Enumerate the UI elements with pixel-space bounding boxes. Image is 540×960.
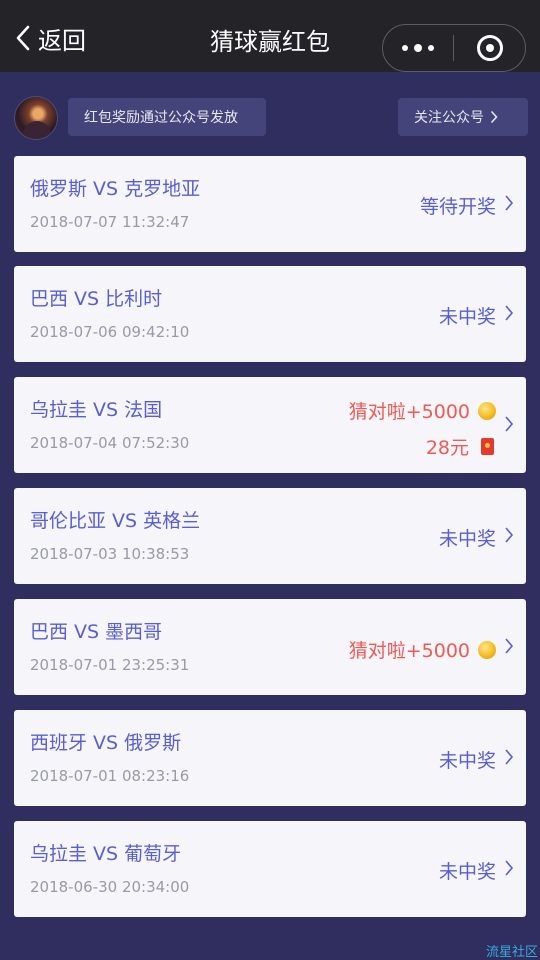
chevron-right-icon (505, 416, 514, 432)
match-title: 乌拉圭 VS 葡萄牙 (30, 843, 182, 865)
record-time: 2018-07-07 11:32:47 (30, 213, 190, 231)
chevron-right-icon (490, 110, 498, 124)
chevron-right-icon (505, 638, 514, 654)
match-title: 乌拉圭 VS 法国 (30, 399, 163, 421)
record-card[interactable]: 巴西 VS 比利时 2018-07-06 09:42:10 未中奖 (14, 266, 526, 362)
avatar (14, 96, 58, 140)
more-button[interactable] (383, 43, 453, 52)
top-bar: 返回 猜球赢红包 (0, 0, 540, 72)
record-time: 2018-07-01 08:23:16 (30, 767, 190, 785)
red-packet-icon (481, 438, 494, 455)
record-time: 2018-06-30 20:34:00 (30, 878, 190, 896)
record-time: 2018-07-04 07:52:30 (30, 434, 190, 452)
record-status: 未中奖 (438, 528, 496, 550)
gold-coin-icon (478, 401, 496, 420)
win-result: 猜对啦+5000 (349, 636, 496, 663)
match-title: 哥伦比亚 VS 英格兰 (30, 510, 201, 532)
match-title: 西班牙 VS 俄罗斯 (30, 732, 182, 754)
record-time: 2018-07-06 09:42:10 (30, 323, 190, 341)
gold-coin-icon (478, 640, 496, 659)
chevron-right-icon (505, 749, 514, 765)
record-card[interactable]: 乌拉圭 VS 法国 2018-07-04 07:52:30 猜对啦+5000 2… (14, 377, 526, 473)
match-title: 俄罗斯 VS 克罗地亚 (30, 178, 201, 200)
match-title: 巴西 VS 墨西哥 (30, 621, 163, 643)
follow-account-button[interactable]: 关注公众号 (398, 98, 528, 136)
chevron-right-icon (505, 195, 514, 211)
close-circle-icon (476, 35, 503, 61)
record-card[interactable]: 乌拉圭 VS 葡萄牙 2018-06-30 20:34:00 未中奖 (14, 821, 526, 917)
record-status: 未中奖 (438, 750, 496, 772)
watermark: 流星社区 (485, 945, 538, 960)
record-status: 未中奖 (438, 306, 496, 328)
record-status: 未中奖 (438, 861, 496, 883)
prize-result: 28元 (426, 433, 496, 460)
record-time: 2018-07-01 23:25:31 (30, 656, 190, 674)
win-text: 猜对啦+5000 (348, 401, 470, 423)
record-card[interactable]: 巴西 VS 墨西哥 2018-07-01 23:25:31 猜对啦+5000 (14, 599, 526, 695)
match-title: 巴西 VS 比利时 (30, 288, 163, 310)
win-result: 猜对啦+5000 (349, 397, 496, 424)
notice-text: 红包奖励通过公众号发放 (68, 98, 266, 136)
record-time: 2018-07-03 10:38:53 (30, 545, 190, 563)
record-card[interactable]: 西班牙 VS 俄罗斯 2018-07-01 08:23:16 未中奖 (14, 710, 526, 806)
more-dots-icon (402, 44, 408, 51)
record-card[interactable]: 哥伦比亚 VS 英格兰 2018-07-03 10:38:53 未中奖 (14, 488, 526, 584)
chevron-right-icon (505, 305, 514, 321)
follow-label: 关注公众号 (414, 110, 484, 126)
chevron-right-icon (505, 527, 514, 543)
record-status: 等待开奖 (419, 196, 496, 218)
prize-amount: 28元 (425, 437, 469, 459)
chevron-right-icon (505, 860, 514, 876)
close-button[interactable] (454, 35, 525, 61)
mini-program-capsule (382, 24, 526, 72)
info-row: 红包奖励通过公众号发放 关注公众号 (0, 92, 540, 142)
win-text: 猜对啦+5000 (348, 640, 470, 662)
record-card[interactable]: 俄罗斯 VS 克罗地亚 2018-07-07 11:32:47 等待开奖 (14, 156, 526, 252)
